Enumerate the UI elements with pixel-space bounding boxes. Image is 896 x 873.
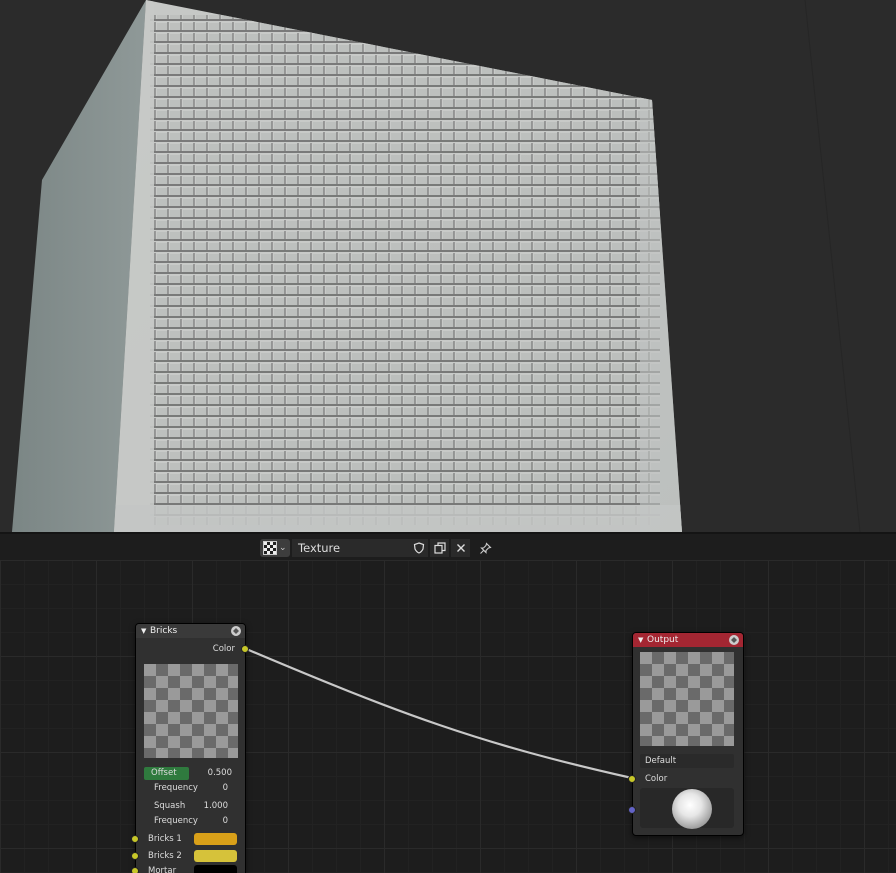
texture-browse-button[interactable]: ⌄ <box>260 539 290 557</box>
squash-frequency-value[interactable]: 0 <box>223 815 228 827</box>
editor-header: ⌄ Texture <box>0 534 896 560</box>
output-preview <box>640 652 734 746</box>
bricks-color-output-label: Color <box>212 644 235 654</box>
collapse-triangle-icon[interactable]: ▼ <box>141 624 146 638</box>
squash-frequency-label: Frequency <box>154 816 198 826</box>
bricks-node-header[interactable]: ▼ Bricks <box>136 624 245 638</box>
mortar-color-swatch[interactable] <box>194 865 237 873</box>
cube-render <box>0 0 896 532</box>
close-icon <box>456 544 465 552</box>
output-node[interactable]: ▼ Output Default Color <box>632 632 744 836</box>
squash-label: Squash <box>154 801 186 811</box>
collapse-triangle-icon[interactable]: ▼ <box>638 633 643 647</box>
mortar-label: Mortar <box>148 866 177 873</box>
mortar-input-socket[interactable] <box>131 867 139 873</box>
fake-user-button[interactable] <box>409 539 428 557</box>
pin-button[interactable] <box>476 539 495 557</box>
pin-icon <box>480 542 492 554</box>
bricks-preview <box>144 664 238 758</box>
output-default-label: Default <box>645 756 677 766</box>
output-sphere-preview <box>640 788 734 829</box>
3d-viewport[interactable] <box>0 0 896 532</box>
offset-label: Offset <box>151 768 177 778</box>
unlink-texture-button[interactable] <box>451 539 470 557</box>
bricks-node-title: Bricks <box>150 626 178 636</box>
bricks1-label: Bricks 1 <box>148 834 182 844</box>
bricks1-color-swatch[interactable] <box>194 833 237 845</box>
offset-frequency-label: Frequency <box>154 783 198 793</box>
offset-frequency-value[interactable]: 0 <box>223 782 228 794</box>
bricks2-label: Bricks 2 <box>148 851 182 861</box>
bricks-node[interactable]: ▼ Bricks Color Offset 0.500 Frequency 0 … <box>135 623 246 873</box>
texture-node-editor[interactable]: ⌄ Texture ▼ Bricks Color Offset 0.500 Fr… <box>0 534 896 873</box>
texture-name-field[interactable]: Texture <box>292 539 410 557</box>
chevron-down-icon: ⌄ <box>279 543 287 553</box>
color-link <box>243 646 633 780</box>
output-color-input-socket[interactable] <box>628 775 636 783</box>
output-node-header[interactable]: ▼ Output <box>633 633 743 647</box>
preview-toggle-icon[interactable] <box>729 635 739 645</box>
checkerboard-icon <box>263 541 277 555</box>
output-node-title: Output <box>647 635 679 645</box>
offset-value[interactable]: 0.500 <box>208 767 232 779</box>
duplicate-icon <box>433 542 446 554</box>
bricks-color-output-socket[interactable] <box>241 645 249 653</box>
fake-user-shield-icon <box>413 542 424 554</box>
preview-toggle-icon[interactable] <box>231 626 241 636</box>
duplicate-texture-button[interactable] <box>430 539 449 557</box>
squash-value[interactable]: 1.000 <box>204 800 228 812</box>
bricks1-input-socket[interactable] <box>131 835 139 843</box>
sphere-icon <box>672 789 712 829</box>
bricks2-input-socket[interactable] <box>131 852 139 860</box>
output-color-input-label: Color <box>645 774 668 784</box>
bricks2-color-swatch[interactable] <box>194 850 237 862</box>
output-normal-input-socket[interactable] <box>628 806 636 814</box>
